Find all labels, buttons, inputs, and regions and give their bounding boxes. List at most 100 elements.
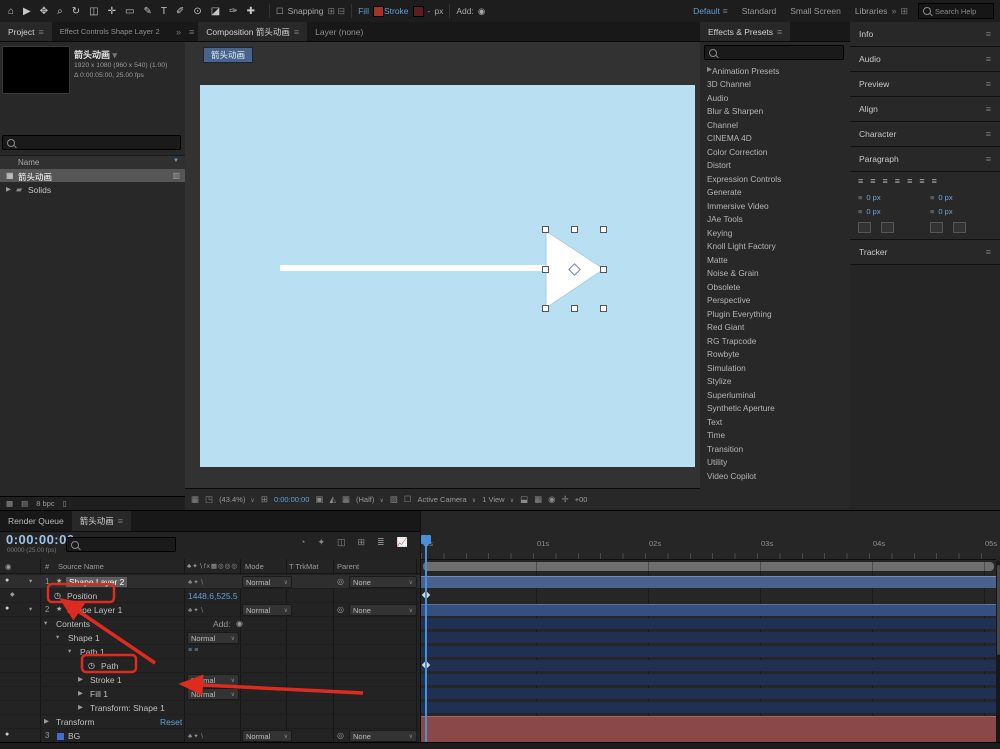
group-row-transform[interactable]: ▶ Transform Reset [0, 715, 420, 729]
expander-icon[interactable]: ▾ [68, 647, 71, 655]
expander-icon[interactable]: ▾ [29, 577, 32, 585]
group-row-transform-shape-1[interactable]: ▶ Transform: Shape 1 [0, 701, 420, 715]
panel-menu-icon[interactable]: ≡ [986, 54, 991, 64]
panel-menu-icon[interactable]: ≡ [986, 154, 991, 164]
selection-handle[interactable] [542, 305, 549, 312]
blend-mode-dropdown[interactable]: Normal∨ [187, 632, 239, 644]
trash-icon[interactable]: ▯ [63, 499, 67, 508]
trkmat-column[interactable]: T TrkMat [289, 562, 318, 571]
expander-icon[interactable]: ▶ [44, 717, 49, 725]
effects-category[interactable]: ▶Text [700, 415, 850, 429]
layer-bar-shape-layer-2[interactable] [421, 576, 996, 588]
effects-category[interactable]: ▶RG Trapcode [700, 334, 850, 348]
tab-effects-presets[interactable]: Effects & Presets ≡ [700, 22, 790, 41]
indent-value[interactable]: 0 px [866, 193, 880, 202]
panel-menu-icon[interactable]: ≡ [185, 27, 198, 37]
selection-tool-icon[interactable]: ▶ [23, 6, 31, 17]
layer-bar-shape-layer-1[interactable] [421, 604, 996, 616]
group-bar[interactable] [421, 702, 996, 713]
paragraph-field[interactable]: ≡0 px [930, 207, 992, 216]
effects-category[interactable]: ▶Synthetic Aperture [700, 402, 850, 416]
panel-header-align[interactable]: Align≡ [850, 97, 1000, 122]
property-name[interactable]: Position [67, 591, 97, 601]
group-row-shape-1[interactable]: ▾ Shape 1 Normal∨ [0, 631, 420, 645]
home-icon[interactable]: ⌂ [8, 6, 14, 17]
group-name[interactable]: Transform [56, 717, 94, 727]
effects-category[interactable]: ▶Keying [700, 226, 850, 240]
indent-value[interactable]: 0 px [938, 193, 952, 202]
fill-swatch[interactable] [373, 6, 384, 17]
fill-control[interactable]: Fill [358, 6, 384, 17]
effects-category[interactable]: ▶Transition [700, 442, 850, 456]
effects-category[interactable]: ▶Time [700, 429, 850, 443]
panel-header-character[interactable]: Character≡ [850, 122, 1000, 147]
effects-category[interactable]: ▶Red Giant [700, 321, 850, 335]
workspace-grid-icon[interactable]: ⊞ [900, 6, 908, 17]
selection-handle[interactable] [600, 305, 607, 312]
always-preview-icon[interactable]: ▦ [191, 494, 199, 505]
camera-dropdown[interactable]: Active Camera ∨ [418, 495, 477, 504]
pixel-aspect-icon[interactable]: ⬓ [520, 494, 528, 505]
align-right-button[interactable]: ≡ [883, 176, 888, 186]
sort-arrow-icon[interactable]: ▼ [173, 158, 179, 164]
tab-timeline-comp[interactable]: 箭头动画 ≡ [72, 511, 131, 531]
time-ruler[interactable]: 0s01s02s03s04s05s [421, 535, 996, 560]
layer-color-swatch[interactable] [56, 732, 65, 741]
snapping-options-icon[interactable]: ⊞ ⊟ [328, 6, 346, 17]
layer-name[interactable]: Shape Layer 2 [66, 577, 127, 587]
panel-menu-icon[interactable]: ≡ [986, 79, 991, 89]
effects-category[interactable]: ▶Blur & Sharpen [700, 105, 850, 119]
stroke-swatch[interactable] [413, 6, 424, 17]
workspace-small-screen[interactable]: Small Screen [790, 6, 841, 16]
transparency-grid-icon[interactable]: ☐ [404, 494, 412, 505]
effects-category[interactable]: ▶Rowbyte [700, 348, 850, 362]
layer-bar-bg[interactable] [421, 716, 996, 744]
layer-row-bg[interactable]: ● 3 BG ♣✦∖ Normal∨ ◎ None∨ [0, 729, 420, 743]
panel-menu-icon[interactable]: ≡ [986, 29, 991, 39]
view-layout-dropdown[interactable]: 1 View ∨ [482, 495, 514, 504]
panel-menu-icon[interactable]: ≡ [777, 27, 782, 37]
blend-mode-dropdown[interactable]: Normal∨ [187, 674, 239, 686]
panel-header-preview[interactable]: Preview≡ [850, 72, 1000, 97]
effects-category[interactable]: ▶Immersive Video [700, 199, 850, 213]
group-name[interactable]: Fill 1 [90, 689, 108, 699]
effects-category[interactable]: ▶Expression Controls [700, 172, 850, 186]
hyphenate-button[interactable] [930, 222, 943, 233]
paragraph-field[interactable]: ≡0 px [930, 193, 992, 202]
justify-all-button[interactable]: ≡ [932, 176, 937, 186]
tab-layer[interactable]: Layer (none) [307, 22, 371, 41]
layer-name[interactable]: Shape Layer 1 [67, 605, 122, 615]
paragraph-field[interactable]: ≡0 px [858, 207, 920, 216]
panel-header-tracker[interactable]: Tracker ≡ [850, 240, 1000, 265]
blend-mode-dropdown[interactable]: Normal∨ [242, 730, 292, 742]
layer-switch-icons[interactable]: ♣✦∖ [188, 578, 205, 586]
add-circle-icon[interactable]: ◉ [236, 619, 243, 628]
visibility-eye-icon[interactable]: ● [5, 605, 9, 612]
selection-handle[interactable] [542, 266, 549, 273]
flowchart-icon[interactable]: ✛ [562, 494, 569, 505]
effects-category[interactable]: ▶Stylize [700, 375, 850, 389]
group-bar[interactable] [421, 674, 996, 685]
channels-icon[interactable]: ▦ [342, 494, 350, 505]
chevron-more-icon[interactable]: » [176, 27, 185, 37]
workspace-libraries[interactable]: Libraries [855, 6, 888, 16]
expander-icon[interactable]: ▾ [44, 619, 47, 627]
hide-shy-layers-icon[interactable]: ◫ [337, 537, 346, 548]
property-row-position[interactable]: ◆ ◷ Position 1448.6,525.5 [0, 589, 420, 603]
panel-header-paragraph[interactable]: Paragraph ≡ [850, 147, 1000, 172]
workspace-menu-icon[interactable]: ≡ [720, 6, 728, 16]
effects-category[interactable]: ▶JAe Tools [700, 213, 850, 227]
composer-button[interactable] [953, 222, 966, 233]
fast-previews-icon[interactable]: ▦ [534, 494, 542, 505]
frame-blending-icon[interactable]: ⊞ [358, 537, 366, 548]
roto-brush-tool-icon[interactable]: ✑ [229, 6, 237, 17]
property-row-path[interactable]: ◷ Path [0, 659, 420, 673]
effects-category[interactable]: ▶Simulation [700, 361, 850, 375]
layer-switch-icons[interactable]: ♣✦∖ [188, 606, 205, 614]
layer-name[interactable]: BG [68, 731, 80, 741]
align-left-button[interactable]: ≡ [858, 176, 863, 186]
indent-value[interactable]: 0 px [866, 207, 880, 216]
show-snapshot-icon[interactable]: ◭ [329, 494, 336, 505]
parent-dropdown[interactable]: None∨ [349, 730, 417, 742]
panel-header-info[interactable]: Info≡ [850, 22, 1000, 47]
